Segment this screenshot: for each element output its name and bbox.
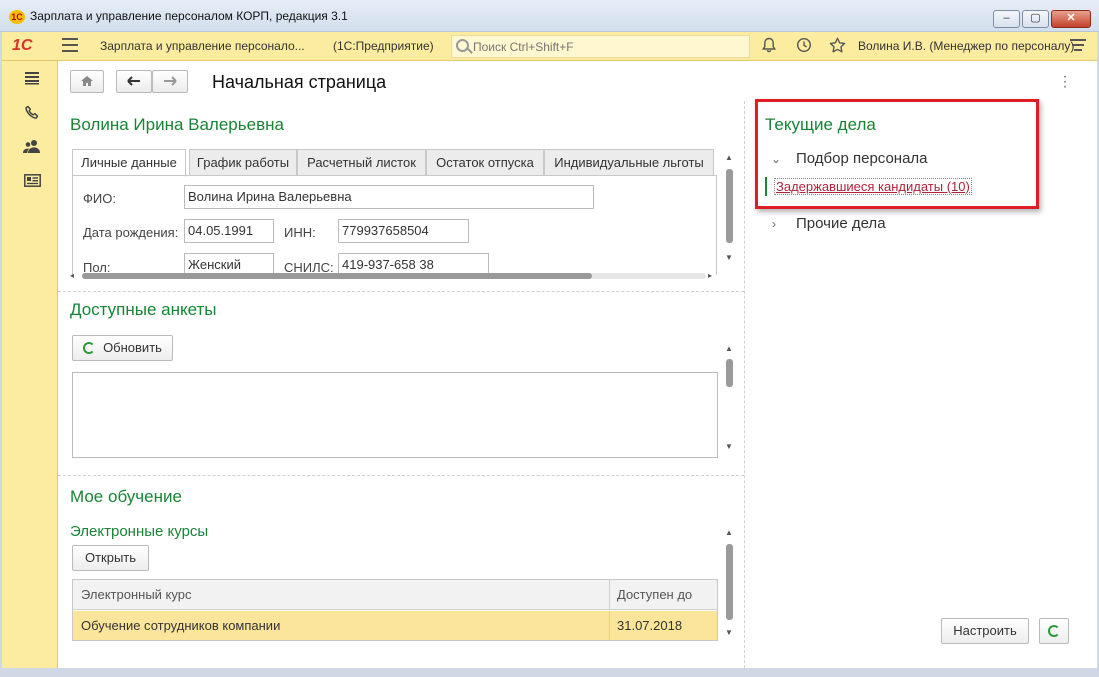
platform-label: (1С:Предприятие)	[333, 39, 434, 53]
tab-vacation-balance[interactable]: Остаток отпуска	[426, 149, 544, 176]
close-button[interactable]: ✕	[1051, 10, 1091, 28]
tab-individual-benefits[interactable]: Индивидуальные льготы	[544, 149, 714, 176]
tab-payslip[interactable]: Расчетный листок	[297, 149, 426, 176]
training-heading: Мое обучение	[70, 487, 182, 506]
bell-icon[interactable]	[760, 37, 778, 55]
other-tasks-group[interactable]: Прочие дела	[796, 215, 886, 232]
gender-field[interactable]: Женский	[184, 253, 274, 275]
horizontal-scrollbar[interactable]	[82, 273, 706, 279]
page-title: Начальная страница	[212, 72, 387, 92]
window-title: Зарплата и управление персоналом КОРП, р…	[30, 9, 348, 23]
list-scroll-up-icon[interactable]: ▲	[725, 344, 733, 353]
section-divider	[58, 475, 744, 476]
app-name[interactable]: Зарплата и управление персонало...	[100, 39, 305, 53]
column-header-until[interactable]: Доступен до	[609, 580, 717, 609]
tab-personal-data[interactable]: Личные данные	[72, 149, 186, 177]
table-header: Электронный курс Доступен до	[73, 580, 717, 610]
refresh-button[interactable]: Обновить	[72, 335, 173, 361]
questionnaires-heading: Доступные анкеты	[70, 300, 217, 319]
maximize-button[interactable]: ▢	[1022, 10, 1049, 28]
panel-divider	[744, 101, 745, 668]
refresh-icon	[1048, 625, 1060, 637]
tabs-vertical-scrollbar[interactable]	[726, 169, 733, 243]
1c-logo: 1С	[12, 37, 33, 54]
employee-name-heading: Волина Ирина Валерьевна	[70, 115, 284, 134]
scroll-left-icon[interactable]: ◂	[70, 271, 74, 280]
e-courses-subheading: Электронные курсы	[70, 523, 209, 540]
app-logo-icon: 1С	[9, 10, 25, 24]
courses-table: Электронный курс Доступен до Обучение со…	[72, 579, 718, 641]
questionnaires-list[interactable]	[72, 372, 718, 458]
main-menu-icon[interactable]	[62, 38, 78, 52]
scroll-right-icon[interactable]: ▸	[708, 271, 712, 280]
column-header-course[interactable]: Электронный курс	[73, 580, 609, 609]
sidebar-id-card-icon[interactable]	[22, 173, 42, 193]
open-button[interactable]: Открыть	[72, 545, 149, 571]
section-divider	[58, 291, 744, 292]
table-row[interactable]: Обучение сотрудников компании 31.07.2018	[73, 611, 717, 640]
tab-work-schedule[interactable]: График работы	[189, 149, 297, 176]
courses-scroll-down-icon[interactable]: ▼	[725, 628, 733, 637]
fio-label: ФИО:	[83, 191, 116, 206]
forward-button[interactable]	[152, 70, 188, 93]
refresh-label: Обновить	[103, 340, 162, 355]
star-icon[interactable]	[828, 37, 846, 55]
sidebar-phone-icon[interactable]	[22, 105, 42, 125]
window-titlebar: 1С Зарплата и управление персоналом КОРП…	[0, 0, 1099, 32]
personal-data-panel: ФИО: Волина Ирина Валерьевна Дата рожден…	[72, 175, 717, 275]
birth-date-label: Дата рождения:	[83, 225, 179, 240]
more-actions-icon[interactable]: ⋮	[1058, 73, 1072, 90]
courses-scroll-up-icon[interactable]: ▲	[725, 528, 733, 537]
courses-vertical-scrollbar[interactable]	[726, 544, 733, 620]
course-until-cell: 31.07.2018	[617, 618, 683, 633]
snils-field[interactable]: 419-937-658 38	[338, 253, 489, 275]
current-user[interactable]: Волина И.В. (Менеджер по персоналу)	[858, 39, 1074, 53]
tabs-scroll-up-icon[interactable]: ▲	[725, 153, 733, 162]
list-vertical-scrollbar[interactable]	[726, 359, 733, 387]
inn-label: ИНН:	[284, 225, 316, 240]
list-scroll-down-icon[interactable]: ▼	[725, 442, 733, 451]
search-box[interactable]	[451, 35, 750, 58]
settings-menu-icon[interactable]	[1070, 39, 1086, 54]
main-content: Начальная страница ⋮ Волина Ирина Валерь…	[58, 61, 1097, 668]
search-icon	[456, 39, 469, 52]
history-icon[interactable]	[795, 37, 813, 55]
fio-field[interactable]: Волина Ирина Валерьевна	[184, 185, 594, 209]
home-button[interactable]	[70, 70, 104, 93]
chevron-right-icon[interactable]: ›	[772, 217, 776, 231]
minimize-button[interactable]: –	[993, 10, 1020, 28]
tabs-scroll-down-icon[interactable]: ▼	[725, 253, 733, 262]
back-button[interactable]	[116, 70, 152, 93]
inn-field[interactable]: 779937658504	[338, 219, 469, 243]
birth-date-field[interactable]: 04.05.1991	[184, 219, 274, 243]
highlight-frame	[755, 99, 1039, 209]
section-sidebar	[2, 61, 58, 668]
refresh-icon	[83, 342, 96, 354]
configure-button[interactable]: Настроить	[941, 618, 1029, 644]
sidebar-users-icon[interactable]	[22, 139, 42, 159]
app-toolbar: 1С Зарплата и управление персонало... (1…	[2, 32, 1097, 61]
refresh-tasks-button[interactable]	[1039, 618, 1069, 644]
search-input[interactable]	[473, 38, 743, 55]
course-name-cell: Обучение сотрудников компании	[81, 618, 281, 633]
sidebar-menu-icon[interactable]	[22, 71, 42, 91]
